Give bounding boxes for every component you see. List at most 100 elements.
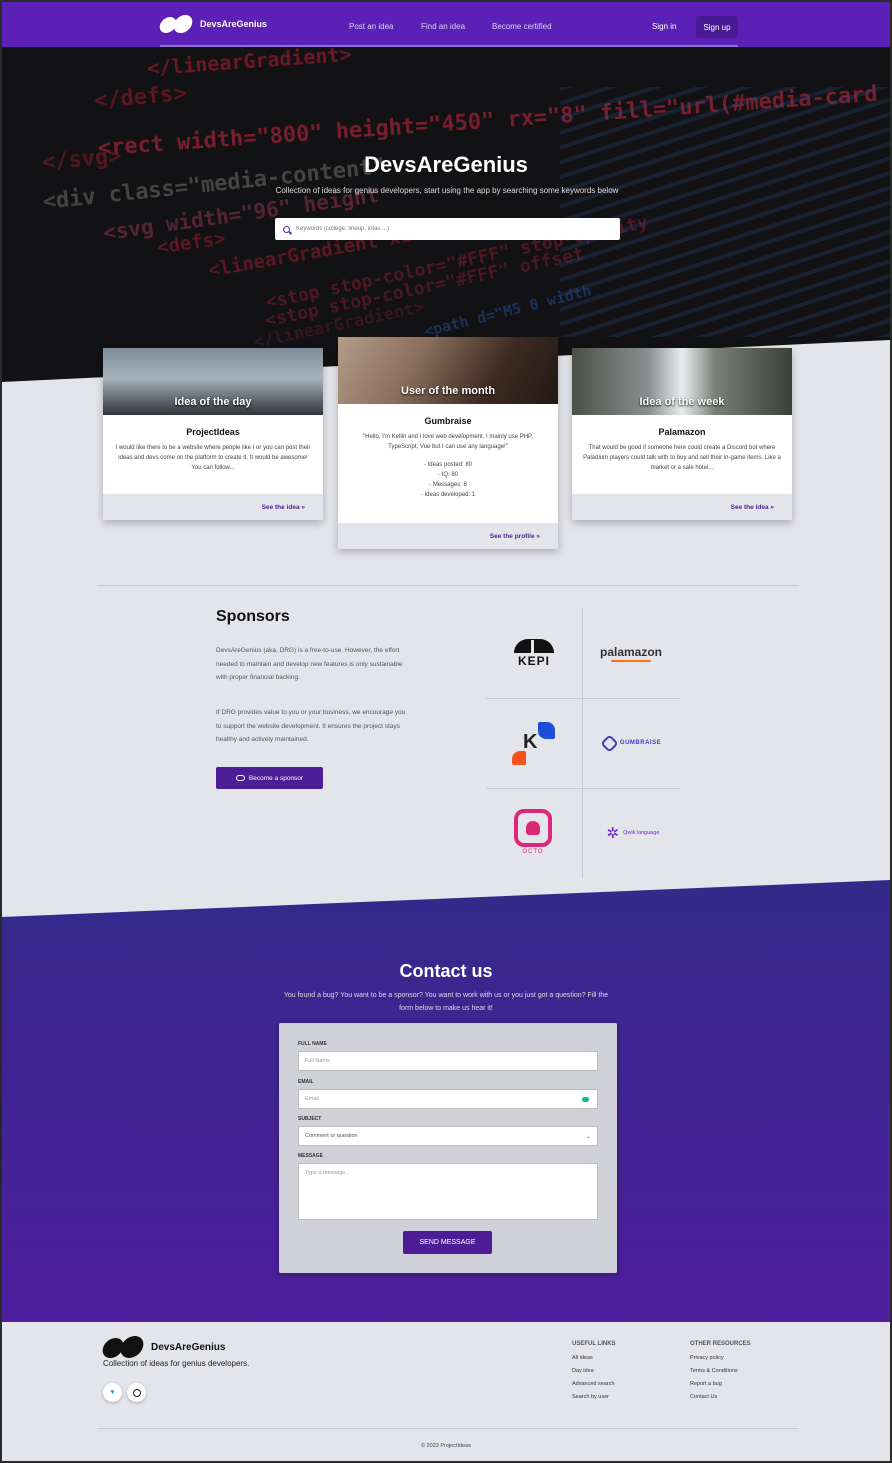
- footer-brand-name: DevsAreGenius: [151, 1341, 226, 1353]
- card-name: Gumbraise: [424, 416, 472, 426]
- card-body: ProjectIdeas I would like there to be a …: [103, 415, 323, 481]
- user-stat: - IQ: 80: [437, 472, 458, 478]
- subject-label: SUBJECT: [298, 1116, 322, 1122]
- message-placeholder: Type a message...: [305, 1170, 350, 1176]
- card-footer: See the idea »: [103, 494, 323, 520]
- twitter-button[interactable]: ♥: [103, 1383, 122, 1402]
- subject-value: Comment or question: [305, 1133, 358, 1139]
- footer-link-terms[interactable]: Terms & Conditions: [690, 1368, 738, 1374]
- gumbraise-sponsor-logo[interactable]: GUMBRAISE: [594, 733, 670, 753]
- send-message-button[interactable]: SEND MESSAGE: [403, 1231, 492, 1254]
- message-label: MESSAGE: [298, 1153, 324, 1159]
- footer-link-advanced-search[interactable]: Advanced search: [572, 1381, 615, 1387]
- footer-divider: [97, 1428, 799, 1429]
- hero-search-bar[interactable]: [275, 218, 620, 240]
- card-name: ProjectIdeas: [186, 427, 240, 437]
- brand-logo-icon: [100, 1336, 147, 1358]
- user-stat: - Ideas posted: 80: [423, 462, 473, 468]
- user-stats: - Ideas posted: 80 - IQ: 80 - Messages: …: [348, 460, 548, 500]
- gumbraise-icon: [600, 733, 619, 753]
- footer-link-search-user[interactable]: Search by user: [572, 1394, 609, 1400]
- k-logo-text: K: [523, 731, 538, 753]
- contact-subtitle: You found a bug? You want to be a sponso…: [283, 992, 609, 1012]
- user-stat: - Messages: 8: [429, 482, 467, 488]
- sponsor-grid-divider: [486, 788, 680, 789]
- card-body: Palamazon That would be good if someone …: [572, 415, 792, 481]
- useful-links-title: USEFUL LINKS: [572, 1341, 616, 1347]
- brand-name: DevsAreGenius: [200, 19, 268, 29]
- footer-link-report-bug[interactable]: Report a bug: [690, 1381, 722, 1387]
- card-footer: See the idea »: [572, 494, 792, 520]
- card-footer: See the profile »: [338, 523, 558, 549]
- card-image: User of the month: [338, 337, 558, 404]
- footer-link-privacy[interactable]: Privacy policy: [690, 1355, 724, 1361]
- section-divider: [97, 585, 799, 586]
- nav-divider: [160, 45, 738, 47]
- card-body: Gumbraise "Hello, I'm Kellin and I love …: [338, 404, 558, 508]
- twitter-icon: ♥: [110, 1389, 115, 1396]
- nav-become-certified[interactable]: Become certified: [492, 22, 552, 31]
- subject-select[interactable]: Comment or question ⌄: [298, 1126, 598, 1146]
- contact-form: FULL NAME Full Name EMAIL Email SUBJECT …: [279, 1023, 617, 1273]
- see-idea-link[interactable]: See the idea »: [262, 504, 305, 511]
- full-name-field[interactable]: Full Name: [298, 1051, 598, 1071]
- idea-of-day-card: Idea of the day ProjectIdeas I would lik…: [103, 348, 323, 520]
- email-field[interactable]: Email: [298, 1089, 598, 1109]
- autofill-icon: [582, 1096, 589, 1102]
- kepi-sponsor-logo[interactable]: KEPI: [506, 638, 562, 670]
- user-stat: - Ideas developed: 1: [420, 492, 476, 498]
- search-input[interactable]: [296, 226, 596, 232]
- atom-icon: ✲: [606, 824, 620, 842]
- card-image: Idea of the day: [103, 348, 323, 415]
- sponsor-grid-divider: [582, 608, 583, 878]
- hero-subtitle: Collection of ideas for genius developer…: [275, 186, 619, 195]
- footer-link-all-ideas[interactable]: All ideas: [572, 1355, 593, 1361]
- card-text: I would like there to be a website where…: [115, 445, 311, 471]
- brand-logo[interactable]: DevsAreGenius: [157, 15, 268, 33]
- octo-sponsor-logo[interactable]: OCTO: [510, 806, 556, 858]
- card-name: Palamazon: [658, 427, 706, 437]
- top-navbar: DevsAreGenius Post an idea Find an idea …: [2, 2, 890, 47]
- palamazon-sponsor-logo[interactable]: palamazon: [594, 640, 668, 666]
- card-image: Idea of the week: [572, 348, 792, 415]
- chevron-down-icon: ⌄: [585, 1133, 591, 1140]
- message-textarea[interactable]: Type a message...: [298, 1163, 598, 1220]
- palamazon-text: palamazon: [599, 644, 662, 659]
- hero-title: DevsAreGenius: [364, 152, 528, 177]
- sponsors-paragraph: If DRG provides value to you or your bus…: [216, 709, 406, 743]
- other-resources-title: OTHER RESOURCES: [690, 1341, 751, 1347]
- code-line: </defs>: [93, 81, 188, 114]
- github-button[interactable]: [127, 1383, 146, 1402]
- full-name-label: FULL NAME: [298, 1041, 327, 1047]
- sponsors-title: Sponsors: [216, 608, 290, 625]
- code-background: </linearGradient> </defs> <rect width="8…: [2, 47, 890, 382]
- card-text: "Hello, I'm Kellin and I love web develo…: [363, 434, 533, 450]
- search-icon: [283, 225, 290, 233]
- nav-post-idea[interactable]: Post an idea: [349, 22, 393, 31]
- qwik-text: Qwik language: [623, 830, 660, 836]
- github-icon: [132, 1388, 141, 1397]
- sign-in-link[interactable]: Sign in: [652, 22, 676, 31]
- card-header: Idea of the week: [639, 396, 725, 408]
- footer-link-day-idea[interactable]: Day idea: [572, 1368, 594, 1374]
- k-logo-blue: [538, 722, 555, 739]
- handshake-icon: [235, 775, 245, 781]
- footer-brand-logo[interactable]: DevsAreGenius: [100, 1336, 226, 1358]
- become-sponsor-button[interactable]: Become a sponsor: [216, 767, 323, 789]
- qwik-sponsor-logo[interactable]: ✲ Qwik language: [596, 824, 670, 842]
- k-sponsor-logo[interactable]: K: [508, 718, 558, 768]
- footer-link-contact[interactable]: Contact Us: [690, 1394, 717, 1400]
- hero-section: </linearGradient> </defs> <rect width="8…: [2, 47, 890, 382]
- user-of-month-card: User of the month Gumbraise "Hello, I'm …: [338, 337, 558, 549]
- footer-tagline: Collection of ideas for genius developer…: [103, 1359, 250, 1368]
- contact-title: Contact us: [399, 961, 493, 981]
- sign-up-button[interactable]: Sign up: [696, 16, 738, 38]
- nav-find-idea[interactable]: Find an idea: [421, 22, 465, 31]
- card-header: User of the month: [400, 385, 496, 397]
- see-idea-link[interactable]: See the idea »: [731, 504, 774, 511]
- see-profile-link[interactable]: See the profile »: [490, 533, 540, 540]
- kepi-text: KEPI: [517, 654, 550, 668]
- card-header: Idea of the day: [174, 396, 252, 408]
- gumbraise-text: GUMBRAISE: [619, 740, 662, 746]
- card-text: That would be good if someone here could…: [583, 445, 781, 471]
